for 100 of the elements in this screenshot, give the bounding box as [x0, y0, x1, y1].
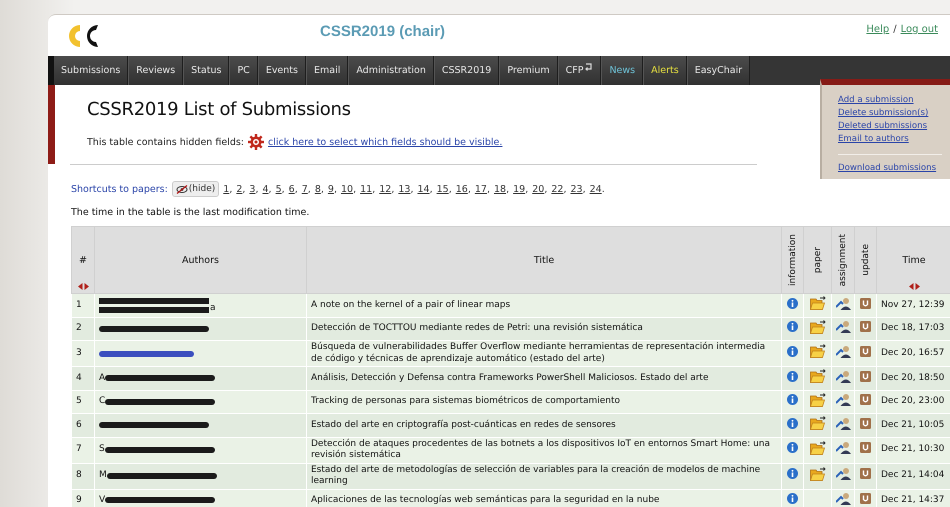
user-assign-icon[interactable] [836, 492, 850, 504]
paper-shortcut-link[interactable]: 12 [379, 184, 392, 194]
user-assign-icon[interactable] [836, 344, 850, 358]
logout-link[interactable]: Log out [900, 24, 938, 35]
row-number: 5 [72, 390, 94, 414]
info-icon[interactable] [787, 298, 798, 308]
paper-shortcut-link[interactable]: 20 [532, 184, 544, 194]
paper-shortcut-link[interactable]: 2 [236, 184, 242, 194]
folder-icon[interactable] [810, 416, 826, 430]
modified-time: Dec 18, 17:03 [876, 317, 950, 340]
paper-shortcut-link[interactable]: 19 [513, 184, 526, 194]
menu-tab[interactable]: Email [306, 56, 348, 85]
update-icon[interactable] [860, 492, 871, 504]
paper-shortcut-link[interactable]: 11 [360, 184, 372, 194]
update-icon[interactable] [860, 321, 871, 332]
action-link[interactable]: Add a submission [838, 95, 950, 105]
menu-tab[interactable]: News [601, 56, 644, 85]
menu-tab[interactable]: Alerts [643, 56, 687, 85]
paper-shortcut-link[interactable]: 14 [417, 184, 430, 194]
folder-icon[interactable] [810, 369, 826, 383]
paper-shortcut-link[interactable]: 1 [223, 184, 230, 194]
sort-icon[interactable] [908, 283, 920, 290]
menu-tab[interactable]: Submissions [48, 56, 128, 85]
column-header: Authors [182, 254, 219, 266]
separator-text: , [506, 184, 510, 194]
separator-text: , [268, 184, 272, 194]
column-header: assignment [838, 234, 848, 286]
action-link[interactable]: Email to authors [838, 134, 950, 144]
separator-text: , [320, 184, 324, 194]
update-icon[interactable] [860, 394, 871, 405]
info-icon[interactable] [787, 442, 798, 454]
info-icon[interactable] [787, 394, 798, 405]
folder-icon[interactable] [810, 440, 826, 455]
menu-tab[interactable]: CFP [558, 56, 602, 85]
user-assign-icon[interactable] [836, 370, 850, 382]
folder-icon[interactable] [810, 466, 826, 481]
update-icon[interactable] [860, 468, 871, 480]
paper-shortcut-link[interactable]: 13 [398, 184, 410, 194]
menu-tab[interactable]: Reviews [128, 56, 184, 85]
paper-shortcut-link[interactable]: 22 [551, 184, 564, 194]
hide-button[interactable]: (hide) [172, 181, 220, 197]
info-icon[interactable] [787, 370, 798, 382]
paper-shortcut-link[interactable]: 18 [494, 184, 506, 194]
info-icon[interactable] [787, 468, 798, 480]
separator-text: , [525, 184, 528, 194]
paper-title: Estado del arte de metodologías de selección de variables para la creación de modelos de machine learning [306, 463, 782, 489]
paper-shortcut-link[interactable]: 5 [276, 184, 282, 194]
paper-shortcut-link[interactable]: 16 [456, 184, 468, 194]
update-icon[interactable] [860, 298, 871, 308]
eye-slash-icon [176, 184, 188, 194]
menu-tab[interactable]: Events [258, 56, 306, 85]
info-icon[interactable] [787, 321, 798, 332]
menu-tab[interactable]: Administration [348, 56, 434, 85]
modified-time: Dec 20, 16:57 [876, 340, 950, 366]
help-link[interactable]: Help [866, 24, 890, 35]
update-icon[interactable] [860, 442, 871, 454]
paper-shortcut-link[interactable]: 10 [340, 184, 354, 194]
paper-title: A note on the kernel of a pair of linear maps [306, 294, 782, 317]
folder-icon[interactable] [810, 320, 826, 334]
info-icon[interactable] [787, 492, 798, 504]
separator-text: , [294, 184, 298, 194]
paper-shortcut-link[interactable]: 8 [314, 184, 321, 194]
user-assign-icon[interactable] [836, 441, 850, 454]
row-number: 2 [72, 317, 94, 340]
conference-title: CSSR2019 (chair) [320, 23, 446, 40]
update-icon[interactable] [860, 418, 871, 428]
action-link[interactable]: Download submissions [838, 163, 942, 173]
separator-text: , [353, 184, 356, 194]
paper-shortcut-link[interactable]: 17 [474, 184, 487, 194]
menu-tab[interactable]: CSSR2019 [434, 56, 500, 85]
user-assign-icon[interactable] [836, 320, 850, 333]
paper-shortcut-link[interactable]: 7 [302, 184, 308, 194]
menu-tab[interactable]: Premium [499, 56, 558, 85]
action-link[interactable]: Deleted submissions [838, 121, 950, 131]
folder-icon[interactable] [810, 392, 826, 406]
sort-icon[interactable] [78, 283, 88, 290]
paper-shortcut-link[interactable]: 3 [249, 184, 256, 194]
separator-text: , [448, 184, 452, 194]
info-icon[interactable] [787, 346, 798, 357]
info-icon[interactable] [787, 418, 798, 428]
user-assign-icon[interactable] [836, 416, 850, 430]
folder-icon[interactable] [810, 296, 826, 310]
menu-tab[interactable]: EasyChair [686, 56, 750, 85]
menu-tab[interactable]: PC [229, 56, 258, 85]
menu-tab[interactable]: Status [183, 56, 230, 85]
user-assign-icon[interactable] [836, 467, 850, 480]
paper-shortcut-link[interactable]: 23 [570, 184, 583, 194]
user-assign-icon[interactable] [836, 393, 850, 406]
gear-icon[interactable] [248, 134, 264, 150]
paper-shortcut-link[interactable]: 9 [328, 184, 334, 194]
select-fields-link[interactable]: click here to select which fields should be visible. [268, 136, 502, 148]
update-icon[interactable] [860, 370, 871, 382]
paper-shortcut-link[interactable]: 15 [436, 184, 449, 194]
paper-shortcut-link[interactable]: 4 [262, 184, 269, 194]
action-link[interactable]: Delete submission(s) [838, 108, 950, 118]
paper-shortcut-link[interactable]: 6 [288, 184, 295, 194]
folder-icon[interactable] [810, 344, 826, 358]
user-assign-icon[interactable] [836, 296, 850, 310]
update-icon[interactable] [860, 346, 871, 357]
paper-shortcut-link[interactable]: 24 [590, 184, 602, 194]
